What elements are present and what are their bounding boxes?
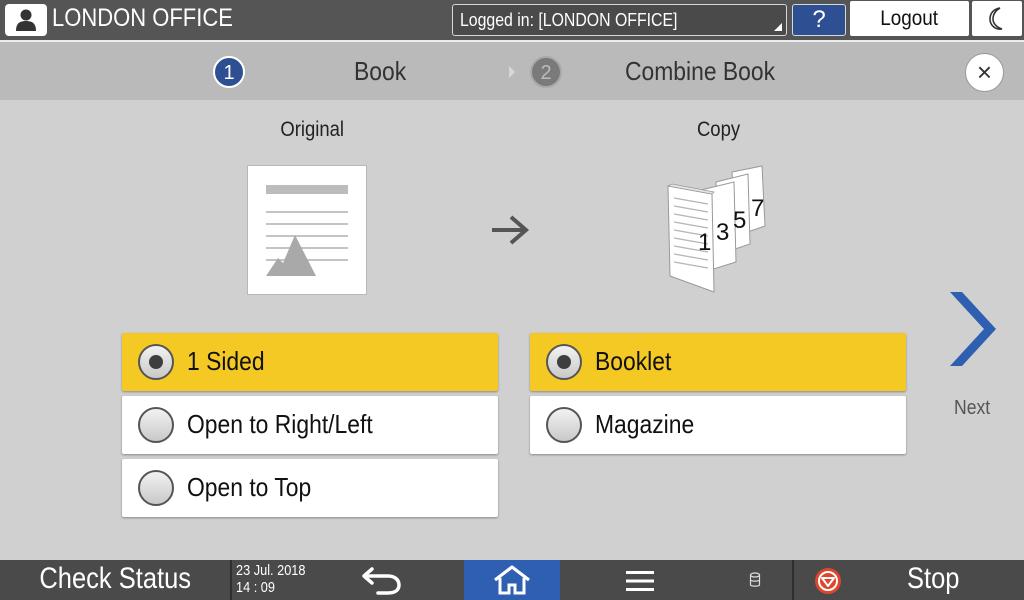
option-open-top[interactable]: Open to Top (122, 459, 498, 517)
home-button[interactable] (464, 560, 560, 600)
bottom-bar: Check Status 23 Jul. 2018 14 : 09 Stop (0, 560, 1024, 600)
login-status-text: Logged in: [LONDON OFFICE] (460, 10, 678, 30)
logout-label: Logout (880, 7, 939, 30)
back-arrow-icon[interactable] (360, 566, 404, 596)
date-text: 23 Jul. 2018 (236, 562, 306, 579)
option-magazine[interactable]: Magazine (530, 396, 906, 454)
stop-button[interactable]: Stop (907, 560, 959, 598)
divider (792, 560, 794, 600)
option-booklet[interactable]: Booklet (530, 333, 906, 391)
logout-button[interactable]: Logout (850, 1, 969, 36)
original-heading: Original (280, 118, 345, 141)
user-icon[interactable] (5, 4, 47, 36)
step-2-label: Combine Book (625, 56, 776, 86)
help-button[interactable]: ? (792, 4, 846, 36)
page-number-1: 1 (698, 229, 712, 256)
option-label: Magazine (595, 409, 695, 439)
time-text: 14 : 09 (236, 579, 275, 596)
copy-heading: Copy (696, 118, 741, 141)
page-number-5: 5 (733, 207, 747, 234)
option-label: Open to Right/Left (187, 409, 373, 439)
office-name: LONDON OFFICE (52, 4, 233, 32)
radio-magazine[interactable] (546, 407, 582, 443)
menu-icon[interactable] (626, 569, 654, 593)
login-status-field[interactable]: Logged in: [LONDON OFFICE] (452, 4, 787, 36)
data-icon (749, 572, 761, 587)
moon-icon (989, 7, 1003, 30)
option-label: Booklet (595, 346, 672, 376)
main-content: Original Copy 1 3 5 7 1 Sided Open to Ri… (0, 100, 1024, 560)
divider (230, 560, 232, 600)
night-mode-button[interactable] (972, 1, 1022, 36)
close-icon: × (976, 57, 993, 87)
step-bar: 1 Book 2 Combine Book × (0, 40, 1024, 100)
close-button[interactable]: × (965, 53, 1004, 92)
page-number-7: 7 (751, 195, 765, 222)
chevron-right-icon[interactable] (944, 288, 1000, 372)
page-number-3: 3 (716, 219, 730, 246)
check-status-label: Check Status (39, 562, 191, 595)
stop-icon[interactable] (814, 567, 842, 595)
step-arrow-icon (509, 66, 515, 78)
next-label[interactable]: Next (954, 397, 990, 420)
step-1-indicator: 1 (213, 56, 245, 88)
top-bar: LONDON OFFICE Logged in: [LONDON OFFICE]… (0, 0, 1024, 40)
check-status-button[interactable]: Check Status (0, 560, 230, 600)
original-document-illustration (247, 165, 367, 295)
date-time: 23 Jul. 2018 14 : 09 (236, 562, 305, 596)
option-open-right-left[interactable]: Open to Right/Left (122, 396, 498, 454)
option-label: 1 Sided (187, 346, 265, 376)
step-2-indicator: 2 (530, 56, 562, 88)
option-label: Open to Top (187, 472, 312, 502)
dropdown-corner-icon (774, 23, 782, 31)
radio-open-right-left[interactable] (138, 407, 174, 443)
arrow-right-icon (492, 215, 530, 245)
radio-open-top[interactable] (138, 470, 174, 506)
option-1-sided[interactable]: 1 Sided (122, 333, 498, 391)
radio-booklet[interactable] (546, 344, 582, 380)
radio-1-sided[interactable] (138, 344, 174, 380)
step-1-label: Book (354, 56, 407, 86)
home-icon (494, 565, 530, 595)
